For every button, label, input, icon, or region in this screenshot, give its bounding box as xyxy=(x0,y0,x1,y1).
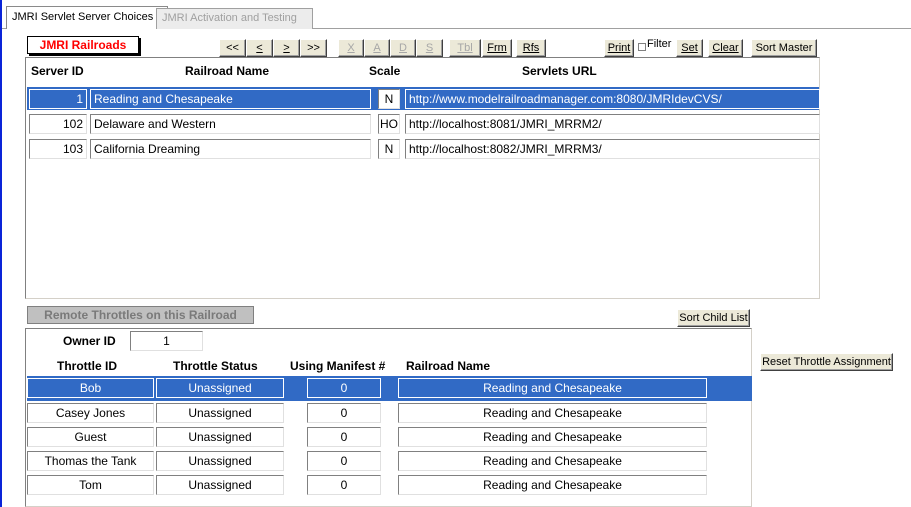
add-record-button[interactable]: A xyxy=(364,39,390,57)
throttle-id-cell[interactable]: Tom xyxy=(27,475,154,495)
owner-id-label: Owner ID xyxy=(63,334,116,348)
clear-filter-button[interactable]: Clear xyxy=(708,39,743,57)
throttle-status-cell[interactable]: Unassigned xyxy=(156,403,284,423)
sort-child-list-button[interactable]: Sort Child List xyxy=(677,309,750,327)
throttle-status-cell[interactable]: Unassigned xyxy=(156,451,284,471)
servlet-url-cell[interactable]: http://localhost:8081/JMRI_MRRM2/ xyxy=(405,114,820,134)
tab-activation-testing[interactable]: JMRI Activation and Testing xyxy=(156,8,313,29)
throttle-id-cell[interactable]: Casey Jones xyxy=(27,403,154,423)
throttle-id-cell[interactable]: Bob xyxy=(27,378,154,398)
throttle-railroad-name-cell[interactable]: Reading and Chesapeake xyxy=(398,451,707,471)
window-left-border xyxy=(0,0,2,507)
railroad-name-cell[interactable]: Reading and Chesapeake xyxy=(90,89,371,109)
owner-id-field[interactable]: 1 xyxy=(130,331,203,351)
throttle-status-cell[interactable]: Unassigned xyxy=(156,427,284,447)
last-record-button[interactable]: >> xyxy=(300,39,327,57)
scale-cell[interactable]: N xyxy=(378,89,400,109)
column-header-scale: Scale xyxy=(369,64,401,78)
form-view-button[interactable]: Frm xyxy=(482,39,512,57)
throttle-status-cell[interactable]: Unassigned xyxy=(156,475,284,495)
filter-checkbox[interactable] xyxy=(638,43,646,51)
manifest-cell[interactable]: 0 xyxy=(307,475,381,495)
reset-throttle-assignment-button[interactable]: Reset Throttle Assignment xyxy=(760,353,893,371)
filter-label: Filter xyxy=(647,38,672,50)
set-filter-button[interactable]: Set xyxy=(676,39,703,57)
manifest-cell[interactable]: 0 xyxy=(307,427,381,447)
tab-servlet-server-choices[interactable]: JMRI Servlet Server Choices xyxy=(6,6,168,29)
duplicate-record-button[interactable]: D xyxy=(390,39,416,57)
column-header-throttle-id: Throttle ID xyxy=(57,359,117,373)
refresh-button[interactable]: Rfs xyxy=(516,39,546,57)
next-record-button[interactable]: > xyxy=(273,39,300,57)
column-header-using-manifest: Using Manifest # xyxy=(290,359,386,373)
save-record-button[interactable]: S xyxy=(416,39,443,57)
server-id-cell[interactable]: 102 xyxy=(29,114,87,134)
throttle-status-cell[interactable]: Unassigned xyxy=(156,378,284,398)
throttle-id-cell[interactable]: Thomas the Tank xyxy=(27,451,154,471)
scale-cell[interactable]: HO xyxy=(378,114,400,134)
throttle-railroad-name-cell[interactable]: Reading and Chesapeake xyxy=(398,427,707,447)
server-id-cell[interactable]: 1 xyxy=(29,89,87,109)
manifest-cell[interactable]: 0 xyxy=(307,378,381,398)
sort-master-button[interactable]: Sort Master xyxy=(751,39,817,57)
servlet-url-cell[interactable]: http://localhost:8082/JMRI_MRRM3/ xyxy=(405,139,820,159)
railroad-name-cell[interactable]: Delaware and Western xyxy=(90,114,371,134)
delete-record-button[interactable]: X xyxy=(338,39,364,57)
table-view-button[interactable]: Tbl xyxy=(449,39,481,57)
manifest-cell[interactable]: 0 xyxy=(307,403,381,423)
servlet-url-cell[interactable]: http://www.modelrailroadmanager.com:8080… xyxy=(405,89,820,109)
manifest-cell[interactable]: 0 xyxy=(307,451,381,471)
column-header-server-id: Server ID xyxy=(31,64,84,78)
throttle-railroad-name-cell[interactable]: Reading and Chesapeake xyxy=(398,378,707,398)
print-button[interactable]: Print xyxy=(604,39,634,57)
column-header-throttle-railroad-name: Railroad Name xyxy=(406,359,491,373)
throttle-railroad-name-cell[interactable]: Reading and Chesapeake xyxy=(398,475,707,495)
column-header-throttle-status: Throttle Status xyxy=(173,359,258,373)
railroads-title: JMRI Railroads xyxy=(27,36,139,54)
throttle-railroad-name-cell[interactable]: Reading and Chesapeake xyxy=(398,403,707,423)
scale-cell[interactable]: N xyxy=(378,139,400,159)
railroad-name-cell[interactable]: California Dreaming xyxy=(90,139,371,159)
server-id-cell[interactable]: 103 xyxy=(29,139,87,159)
throttles-title: Remote Throttles on this Railroad xyxy=(27,306,254,324)
throttle-id-cell[interactable]: Guest xyxy=(27,427,154,447)
column-header-railroad-name: Railroad Name xyxy=(185,64,270,78)
previous-record-button[interactable]: < xyxy=(246,39,273,57)
first-record-button[interactable]: << xyxy=(219,39,246,57)
column-header-servlets-url: Servlets URL xyxy=(522,64,597,78)
